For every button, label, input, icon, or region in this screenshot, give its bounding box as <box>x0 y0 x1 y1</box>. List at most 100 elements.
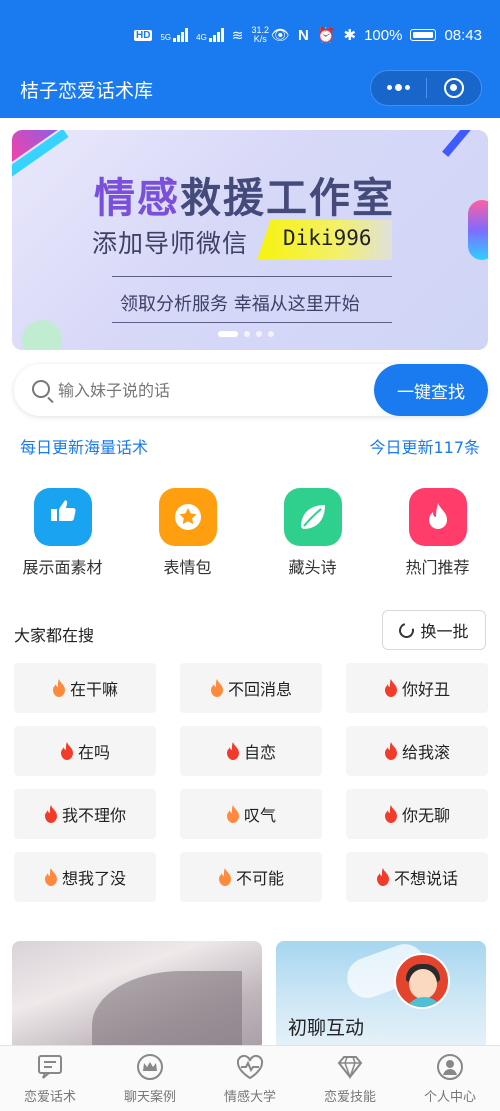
daily-update-link[interactable]: 每日更新海量话术 <box>20 434 148 458</box>
nfc-icon: N <box>297 26 309 44</box>
banner-decoration <box>22 320 62 350</box>
hot-tag[interactable]: 不想说话 <box>346 852 488 902</box>
category-thumbs-up[interactable]: 展示面素材 <box>0 488 125 578</box>
hot-tag[interactable]: 想我了没 <box>14 852 156 902</box>
tab-label: 恋爱技能 <box>323 1090 376 1105</box>
hot-tag-label: 在干嘛 <box>69 680 118 699</box>
flame-icon <box>384 742 397 760</box>
tab-3[interactable]: 情感大学 <box>200 1046 300 1111</box>
hot-tag-label: 不回消息 <box>227 680 292 699</box>
close-miniprogram-button[interactable] <box>427 78 482 98</box>
tab-1[interactable]: 恋爱话术 <box>0 1046 100 1111</box>
alarm-icon: ⏰ <box>316 27 336 44</box>
category-label: 藏头诗 <box>288 558 337 577</box>
search-bar: 一键查找 <box>14 364 488 416</box>
bluetooth-icon: ✱ <box>343 27 357 44</box>
feature-card-title: 初聊互动 <box>288 1017 365 1039</box>
hot-tag[interactable]: 在干嘛 <box>14 663 156 713</box>
hot-tag[interactable]: 我不理你 <box>14 789 156 839</box>
status-bar: HD 5G 4G ≋ 31.2 K/s 👁 N ⏰ ✱ 100% 08:43 <box>0 0 500 60</box>
hot-tag[interactable]: 给我滚 <box>346 726 488 776</box>
category-star-face[interactable]: 表情包 <box>125 488 250 578</box>
category-label: 表情包 <box>163 558 212 577</box>
hot-tag[interactable]: 不回消息 <box>180 663 322 713</box>
fire-icon <box>408 488 467 546</box>
hot-tag[interactable]: 你好丑 <box>346 663 488 713</box>
search-button[interactable]: 一键查找 <box>374 364 488 416</box>
category-label: 热门推荐 <box>405 558 470 577</box>
tab-label: 个人中心 <box>423 1090 476 1105</box>
signal-5g-label: 5G <box>160 33 172 42</box>
banner-tagline: 领取分析服务 幸福从这里开始 <box>120 294 360 315</box>
signal-5g-icon: 5G <box>160 28 189 42</box>
refresh-icon <box>396 619 418 641</box>
hot-tag[interactable]: 自恋 <box>180 726 322 776</box>
status-right-group: 👁 N ⏰ ✱ 100% 08:43 <box>271 26 482 45</box>
refresh-label: 换一批 <box>420 622 469 641</box>
signal-4g-icon: 4G <box>196 28 224 42</box>
thumbs-up-icon <box>33 488 92 546</box>
miniprogram-capsule <box>370 70 482 106</box>
star-face-icon <box>158 488 217 546</box>
hot-tag-label: 不可能 <box>235 869 284 888</box>
tab-4[interactable]: 恋爱技能 <box>300 1046 400 1111</box>
flame-icon <box>210 679 223 697</box>
category-label: 展示面素材 <box>22 558 103 577</box>
feature-card-first-chat[interactable]: 初聊互动 <box>276 941 486 1051</box>
banner-divider <box>112 322 392 323</box>
refresh-button[interactable]: 换一批 <box>382 610 486 650</box>
hot-tag[interactable]: 不可能 <box>180 852 322 902</box>
flame-icon <box>226 805 239 823</box>
banner-wechat-id: Diki996 <box>257 220 392 260</box>
banner-decoration <box>468 200 488 260</box>
flame-icon <box>52 679 65 697</box>
card-photo <box>92 971 242 1051</box>
flame-icon <box>44 805 57 823</box>
hot-tag[interactable]: 你无聊 <box>346 789 488 839</box>
carousel-dot[interactable] <box>244 331 250 337</box>
diamond-icon <box>337 1056 363 1080</box>
target-icon <box>443 78 464 98</box>
category-leaf[interactable]: 藏头诗 <box>250 488 375 578</box>
hot-tag-label: 自恋 <box>243 743 276 762</box>
hot-tag-label: 你好丑 <box>401 680 450 699</box>
search-icon <box>32 380 50 398</box>
banner-divider <box>112 276 392 277</box>
banner-subline: 添加导师微信 <box>92 229 249 258</box>
battery-percent: 100% <box>364 26 403 44</box>
today-update-count[interactable]: 今日更新117条 <box>369 434 480 458</box>
heart-pulse-icon <box>236 1054 264 1080</box>
tab-2[interactable]: 聊天案例 <box>100 1046 200 1111</box>
flame-icon <box>44 868 57 886</box>
category-fire[interactable]: 热门推荐 <box>375 488 500 578</box>
page-title: 桔子恋爱话术库 <box>20 80 154 102</box>
tab-label: 聊天案例 <box>123 1090 176 1105</box>
chat-icon <box>38 1055 62 1079</box>
hot-tag-label: 叹气 <box>243 806 276 825</box>
promo-banner[interactable]: 情感救援工作室 添加导师微信 Diki996 领取分析服务 幸福从这里开始 <box>12 130 488 350</box>
tab-label: 恋爱话术 <box>23 1090 76 1105</box>
search-input[interactable] <box>58 364 378 416</box>
hot-tag-label: 我不理你 <box>61 806 126 825</box>
bottom-tab-bar: 恋爱话术 聊天案例 情感大学 恋爱技能 个人中心 <box>0 1045 500 1111</box>
app-header: 桔子恋爱话术库 <box>0 60 500 118</box>
wifi-icon: ≋ <box>231 26 244 43</box>
hot-tag[interactable]: 叹气 <box>180 789 322 839</box>
hot-tag-grid: 在干嘛 不回消息 你好丑在吗 自恋 给我滚我不理你 叹气 你无聊想我了没 不可能 不想说话 <box>14 663 488 902</box>
status-network-group: HD 5G 4G ≋ 31.2 K/s <box>134 26 269 44</box>
customer-service-avatar[interactable] <box>394 953 450 1009</box>
hot-tag-label: 不想说话 <box>393 869 458 888</box>
hot-tag[interactable]: 在吗 <box>14 726 156 776</box>
carousel-dot[interactable] <box>256 331 262 337</box>
feature-card-image[interactable] <box>12 941 262 1051</box>
hot-tag-label: 在吗 <box>77 743 110 762</box>
banner-decoration <box>442 130 474 157</box>
net-speed-unit: K/s <box>253 34 267 44</box>
flame-icon <box>376 868 389 886</box>
hd-badge: HD <box>134 29 153 41</box>
flame-icon <box>226 742 239 760</box>
more-icon[interactable] <box>371 84 426 91</box>
carousel-dot[interactable] <box>218 331 238 337</box>
tab-5[interactable]: 个人中心 <box>400 1046 500 1111</box>
carousel-dot[interactable] <box>268 331 274 337</box>
